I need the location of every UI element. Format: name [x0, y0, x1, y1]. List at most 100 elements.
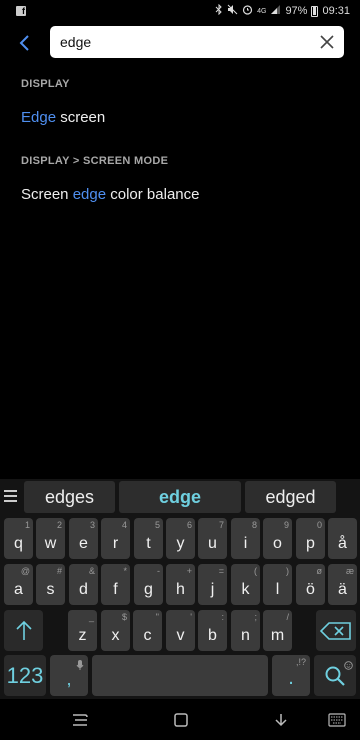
key-label: c	[143, 627, 152, 644]
home-icon	[174, 713, 188, 727]
key-label: h	[176, 581, 185, 598]
key-secondary-label: 3	[89, 520, 95, 530]
search-icon	[325, 666, 345, 686]
key-secondary-label: #	[56, 566, 62, 576]
key-x[interactable]: $ x	[101, 610, 130, 651]
battery-icon	[311, 5, 319, 17]
key-secondary-label: 8	[251, 520, 257, 530]
recent-apps-icon	[73, 714, 88, 726]
key-label: z	[78, 627, 87, 644]
back-arrow-icon	[19, 35, 29, 51]
key-label: n	[241, 627, 250, 644]
result-match: edge	[72, 186, 107, 203]
key-label: q	[14, 535, 23, 552]
period-key[interactable]: ,!? .	[272, 655, 310, 696]
key-secondary-label: 7	[218, 520, 224, 530]
search-field[interactable]: edge	[50, 26, 344, 58]
recent-apps-button[interactable]	[69, 710, 91, 730]
key-k[interactable]: (k	[231, 564, 260, 605]
key-label: e	[79, 535, 88, 552]
key-d[interactable]: & d	[69, 564, 98, 605]
alarm-icon	[242, 4, 253, 18]
key-ö[interactable]: øö	[296, 564, 325, 605]
key-label: a	[14, 581, 23, 598]
mute-icon	[227, 4, 238, 18]
key-u[interactable]: 7u	[198, 518, 227, 559]
keyboard-switch-button[interactable]	[326, 710, 348, 730]
clear-search-button[interactable]	[318, 33, 336, 51]
key-secondary-label: 0	[316, 520, 322, 530]
key-label: s	[46, 581, 55, 598]
battery-percent: 97%	[285, 5, 308, 17]
navigation-bar	[0, 700, 360, 740]
key-g[interactable]: -g	[134, 564, 163, 605]
key-e[interactable]: 3e	[69, 518, 98, 559]
back-button[interactable]	[12, 29, 38, 57]
result-text: screen	[56, 109, 106, 126]
result-text: color balance	[106, 186, 200, 203]
search-key[interactable]	[314, 655, 356, 696]
key-t[interactable]: 5t	[134, 518, 163, 559]
key-secondary-label: +	[186, 566, 192, 576]
key-c[interactable]: " c	[133, 610, 162, 651]
key-i[interactable]: 8i	[231, 518, 260, 559]
space-key[interactable]	[92, 655, 268, 696]
comma-label: ,	[66, 669, 72, 689]
key-w[interactable]: 2w	[36, 518, 65, 559]
key-r[interactable]: 4r	[101, 518, 130, 559]
key-label: g	[144, 581, 153, 598]
result-edge-screen[interactable]: Edge screen	[21, 109, 105, 126]
key-p[interactable]: 0p	[296, 518, 325, 559]
key-secondary-label: &	[88, 566, 95, 576]
key-label: f	[113, 581, 118, 598]
numbers-key[interactable]: 123	[4, 655, 46, 696]
key-label: u	[208, 535, 217, 552]
key-j[interactable]: = j	[198, 564, 227, 605]
key-l[interactable]: ) l	[263, 564, 292, 605]
key-ä[interactable]: æä	[328, 564, 357, 605]
key-secondary-label: "	[155, 612, 159, 622]
key-secondary-label: '	[190, 612, 192, 622]
back-nav-button[interactable]	[270, 710, 292, 730]
key-label: l	[275, 581, 280, 598]
bluetooth-icon	[215, 3, 223, 18]
suggestion-edged[interactable]: edged	[245, 481, 336, 513]
key-b[interactable]: :b	[198, 610, 227, 651]
key-secondary-label: ø	[316, 566, 323, 576]
key-y[interactable]: 6y	[166, 518, 195, 559]
search-input[interactable]: edge	[60, 34, 91, 50]
key-v[interactable]: ' v	[166, 610, 195, 651]
key-secondary-label: -	[157, 566, 160, 576]
key-å[interactable]: å	[328, 518, 357, 559]
comma-key[interactable]: ,	[50, 655, 88, 696]
key-secondary-label: )	[286, 566, 289, 576]
key-label: o	[273, 535, 282, 552]
key-h[interactable]: + h	[166, 564, 195, 605]
key-label: w	[44, 535, 57, 552]
result-text: Screen	[21, 186, 73, 203]
result-match: Edge	[21, 109, 57, 126]
key-secondary-label: =	[218, 566, 224, 576]
key-s[interactable]: # s	[36, 564, 65, 605]
key-label: å	[338, 535, 347, 552]
shift-key[interactable]	[4, 610, 43, 651]
search-header: edge	[0, 26, 360, 60]
suggestion-edge[interactable]: edge	[119, 481, 241, 513]
backspace-key[interactable]	[316, 610, 356, 651]
result-screen-edge-color-balance[interactable]: Screen edge color balance	[21, 186, 199, 203]
key-secondary-label: ;	[254, 612, 257, 622]
key-n[interactable]: ; n	[231, 610, 260, 651]
key-o[interactable]: 9o	[263, 518, 292, 559]
key-label: d	[79, 581, 88, 598]
suggestion-edges[interactable]: edges	[24, 481, 115, 513]
key-z[interactable]: _ z	[68, 610, 97, 651]
key-a[interactable]: @ a	[4, 564, 33, 605]
keyboard-icon	[328, 713, 346, 727]
key-secondary-label: 4	[121, 520, 127, 530]
key-m[interactable]: / m	[263, 610, 292, 651]
facebook-notification-icon: f	[16, 6, 26, 16]
key-f[interactable]: * f	[101, 564, 130, 605]
keyboard-menu-icon[interactable]	[4, 490, 17, 502]
home-button[interactable]	[170, 710, 192, 730]
key-q[interactable]: 1q	[4, 518, 33, 559]
